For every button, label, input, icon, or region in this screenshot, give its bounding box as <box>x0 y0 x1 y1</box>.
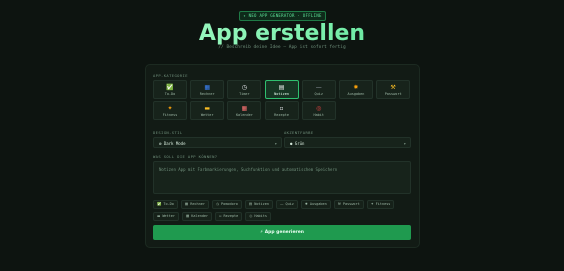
key-icon: ⚒ <box>337 202 341 206</box>
flexed-arm-icon: ✦ <box>167 104 173 112</box>
chip-label: Habits <box>254 213 267 218</box>
category-label-text: Kalender <box>235 112 253 117</box>
category-quiz[interactable]: — Quiz <box>301 80 336 99</box>
chevron-down-icon: ▾ <box>274 141 277 146</box>
target-icon: ◎ <box>316 104 322 112</box>
page-title: App erstellen <box>0 21 564 47</box>
checkmark-icon: ✅ <box>166 83 174 91</box>
dash-icon: — <box>279 202 284 206</box>
calendar-icon: ▦ <box>241 104 248 112</box>
chip-kalender[interactable]: ▦ Kalender <box>181 211 213 221</box>
money-bag-icon: ✸ <box>304 202 308 206</box>
design-select[interactable]: ⚙ Dark Mode ▾ <box>153 137 282 148</box>
category-label-text: Rezepte <box>274 112 289 117</box>
chip-passwort[interactable]: ⚒ Passwort <box>333 200 364 209</box>
chip-to-do[interactable]: ✅ To-Do <box>153 200 178 209</box>
chip-ausgaben[interactable]: ✸ Ausgaben <box>300 200 331 209</box>
category-habit[interactable]: ◎ Habit <box>301 101 336 120</box>
category-rezepte[interactable]: ▫ Rezepte <box>264 101 299 120</box>
template-chips: ✅ To-Do ▦ Rechner ◷ Pomodoro ▤ Notizen — Quiz ✸ Aus… <box>153 200 415 221</box>
generator-form: APP-KATEGORIE ✅ To-Do ▦ Rechner ◷ Timer ▤ Notiz… <box>145 64 420 248</box>
category-label-text: Notizen <box>274 91 289 96</box>
category-label-text: Timer <box>239 91 250 96</box>
chip-label: Wetter <box>162 213 175 218</box>
chip-label: To-Do <box>163 202 174 206</box>
category-label-text: Quiz <box>314 91 323 96</box>
recipe-icon: ▫ <box>279 104 284 112</box>
description-input[interactable]: Notizen App mit Farbmarkierungen, Suchfu… <box>153 161 411 194</box>
category-label-text: Rechner <box>199 91 215 96</box>
category-label-text: Habit <box>313 112 325 117</box>
generate-app-button[interactable]: ⚡ App generieren <box>153 225 411 240</box>
status-badge: ✦ NEO APP GENERATOR · OFFLINE <box>239 11 326 21</box>
category-label-text: Ausgaben <box>347 91 365 96</box>
category-fitness[interactable]: ✦ Fitness <box>153 101 187 120</box>
money-bag-icon: ✸ <box>353 83 359 91</box>
category-label-text: Fitness <box>162 112 178 117</box>
chevron-down-icon: ▾ <box>403 141 406 146</box>
chip-wetter[interactable]: ▬ Wetter <box>153 211 179 221</box>
chip-quiz[interactable]: — Quiz <box>275 200 298 209</box>
key-icon: ⚒ <box>390 83 396 91</box>
chip-rechner[interactable]: ▦ Rechner <box>180 200 209 209</box>
cloud-sun-icon: ▬ <box>157 213 161 218</box>
category-label: APP-KATEGORIE <box>153 73 188 78</box>
checkmark-icon: ✅ <box>157 202 162 206</box>
chip-habits[interactable]: ◎ Habits <box>245 211 271 221</box>
accent-select-value: ● Grün <box>290 141 305 146</box>
category-passwort[interactable]: ⚒ Passwort <box>376 80 411 99</box>
chip-label: Passwort <box>342 202 360 206</box>
notes-icon: ▤ <box>248 202 253 206</box>
category-grid: ✅ To-Do ▦ Rechner ◷ Timer ▤ Notizen — Quiz ✸ Ausgab… <box>153 80 413 120</box>
category-timer[interactable]: ◷ Timer <box>227 80 262 99</box>
clock-icon: ◷ <box>215 202 220 206</box>
category-notizen[interactable]: ▤ Notizen <box>264 80 299 99</box>
chip-fitness[interactable]: ✦ Fitness <box>366 200 395 209</box>
chip-label: Ausgaben <box>309 202 327 206</box>
category-to-do[interactable]: ✅ To-Do <box>153 80 187 99</box>
chip-label: Rechner <box>190 202 205 206</box>
chip-pomodoro[interactable]: ◷ Pomodoro <box>211 200 242 209</box>
accent-select[interactable]: ● Grün ▾ <box>284 137 411 148</box>
chip-label: Fitness <box>375 202 391 206</box>
clock-icon: ◷ <box>241 83 247 91</box>
category-label-text: Wetter <box>200 112 214 117</box>
category-rechner[interactable]: ▦ Rechner <box>190 80 225 99</box>
design-select-value: ⚙ Dark Mode <box>159 141 186 146</box>
chip-rezepte[interactable]: ▫ Rezepte <box>215 211 243 221</box>
chip-label: Kalender <box>191 213 209 218</box>
calendar-icon: ▦ <box>185 213 190 218</box>
chip-label: Notizen <box>254 202 269 206</box>
recipe-icon: ▫ <box>219 213 222 218</box>
design-label: DESIGN-STIL <box>153 130 183 135</box>
page-subtitle: // Beschreib deine Idee — App ist sofort… <box>218 45 346 50</box>
notes-icon: ▤ <box>278 83 285 91</box>
flexed-arm-icon: ✦ <box>370 202 374 206</box>
chip-notizen[interactable]: ▤ Notizen <box>244 200 273 209</box>
accent-label: AKZENTFARBE <box>284 130 314 135</box>
chip-label: Quiz <box>285 202 294 206</box>
cloud-sun-icon: ▬ <box>204 104 211 112</box>
calculator-icon: ▦ <box>204 83 211 91</box>
dash-icon: — <box>315 83 322 91</box>
target-icon: ◎ <box>249 213 253 218</box>
category-wetter[interactable]: ▬ Wetter <box>190 101 225 120</box>
category-kalender[interactable]: ▦ Kalender <box>227 101 262 120</box>
category-label-text: Passwort <box>384 91 402 96</box>
calculator-icon: ▦ <box>184 202 189 206</box>
category-label-text: To-Do <box>164 91 176 96</box>
chip-label: Pomodoro <box>221 202 238 206</box>
chip-label: Rezepte <box>223 213 239 218</box>
category-ausgaben[interactable]: ✸ Ausgaben <box>338 80 373 99</box>
description-label: WAS SOLL DIE APP KÖNNEN? <box>153 154 218 159</box>
